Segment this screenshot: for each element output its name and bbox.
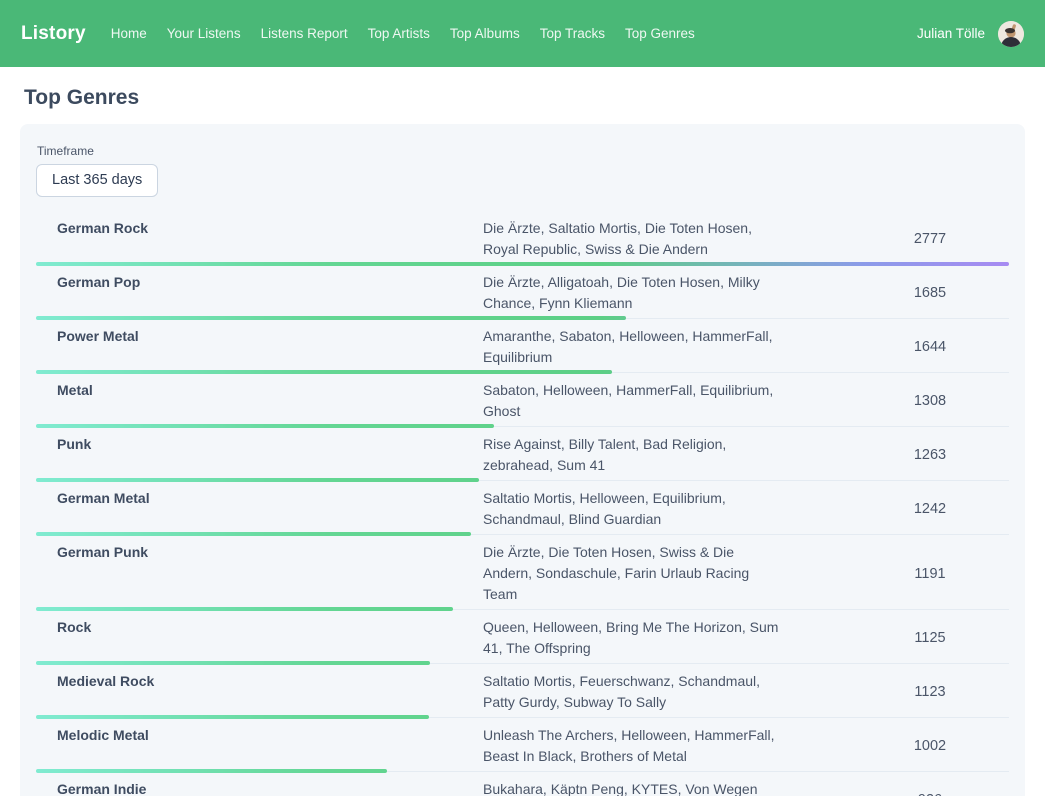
genre-bar-track: [36, 370, 1009, 374]
genre-bar: [36, 424, 494, 428]
genre-bar-track: [36, 478, 1009, 482]
genre-artists: Unleash The Archers, Helloween, HammerFa…: [483, 725, 779, 767]
genre-bar-track: [36, 424, 1009, 428]
genre-row: German Pop Die Ärzte, Alligatoah, Die To…: [36, 266, 1009, 320]
genre-name: Rock: [36, 617, 483, 659]
timeframe-label: Timeframe: [37, 144, 1009, 158]
genre-listen-count: 2777: [851, 218, 1009, 260]
genre-bar: [36, 478, 479, 482]
genre-name: German Metal: [36, 488, 483, 530]
genre-row: German Metal Saltatio Mortis, Helloween,…: [36, 482, 1009, 536]
genre-bar: [36, 370, 612, 374]
genre-bar-track: [36, 607, 1009, 611]
page-title: Top Genres: [24, 86, 1021, 110]
genre-name: Power Metal: [36, 326, 483, 368]
main-content: Top Genres Timeframe Last 365 days Germa…: [0, 86, 1045, 796]
genre-artists: Die Ärzte, Die Toten Hosen, Swiss & Die …: [483, 542, 779, 605]
genre-bar-track: [36, 532, 1009, 536]
genre-row: Melodic Metal Unleash The Archers, Hello…: [36, 719, 1009, 773]
genre-artists: Rise Against, Billy Talent, Bad Religion…: [483, 434, 779, 476]
genre-bar: [36, 607, 453, 611]
genre-listen-count: 1002: [851, 725, 1009, 767]
genre-row: German Indie Bukahara, Käptn Peng, KYTES…: [36, 773, 1009, 796]
genre-name: German Rock: [36, 218, 483, 260]
genre-artists: Sabaton, Helloween, HammerFall, Equilibr…: [483, 380, 779, 422]
genre-row: German Punk Die Ärzte, Die Toten Hosen, …: [36, 536, 1009, 611]
app-logo[interactable]: Listory: [21, 23, 86, 45]
nav-item-top-albums[interactable]: Top Albums: [450, 26, 520, 41]
genre-listen-count: 1685: [851, 272, 1009, 314]
genre-table: German Rock Die Ärzte, Saltatio Mortis, …: [36, 212, 1009, 796]
genre-bar: [36, 262, 1009, 266]
genre-row: Metal Sabaton, Helloween, HammerFall, Eq…: [36, 374, 1009, 428]
genre-bar-track: [36, 661, 1009, 665]
genre-bar: [36, 316, 626, 320]
nav-item-home[interactable]: Home: [111, 26, 147, 41]
genre-listen-count: 926: [851, 779, 1009, 796]
genre-listen-count: 1125: [851, 617, 1009, 659]
nav-item-top-tracks[interactable]: Top Tracks: [540, 26, 605, 41]
genre-row: Power Metal Amaranthe, Sabaton, Hellowee…: [36, 320, 1009, 374]
genre-name: German Punk: [36, 542, 483, 605]
nav-item-top-artists[interactable]: Top Artists: [368, 26, 430, 41]
genre-name: Metal: [36, 380, 483, 422]
nav-item-listens-report[interactable]: Listens Report: [261, 26, 348, 41]
genre-name: German Pop: [36, 272, 483, 314]
genre-bar: [36, 769, 387, 773]
genre-listen-count: 1242: [851, 488, 1009, 530]
genre-bar-track: [36, 262, 1009, 266]
user-name: Julian Tölle: [917, 26, 985, 41]
main-nav: Home Your Listens Listens Report Top Artist…: [111, 26, 917, 41]
genre-artists: Queen, Helloween, Bring Me The Horizon, …: [483, 617, 779, 659]
genre-artists: Bukahara, Käptn Peng, KYTES, Von Wegen L…: [483, 779, 779, 796]
genre-listen-count: 1191: [851, 542, 1009, 605]
genre-listen-count: 1644: [851, 326, 1009, 368]
genre-listen-count: 1123: [851, 671, 1009, 713]
genre-artists: Die Ärzte, Saltatio Mortis, Die Toten Ho…: [483, 218, 779, 260]
genre-row: Rock Queen, Helloween, Bring Me The Hori…: [36, 611, 1009, 665]
app-header: Listory Home Your Listens Listens Report To…: [0, 0, 1045, 67]
genre-bar: [36, 532, 471, 536]
genre-row: Medieval Rock Saltatio Mortis, Feuerschw…: [36, 665, 1009, 719]
user-menu[interactable]: Julian Tölle: [917, 21, 1024, 47]
nav-item-your-listens[interactable]: Your Listens: [167, 26, 241, 41]
genre-listen-count: 1263: [851, 434, 1009, 476]
timeframe-select[interactable]: Last 365 days: [36, 164, 158, 197]
avatar-photo-icon: [998, 21, 1024, 47]
genre-row: German Rock Die Ärzte, Saltatio Mortis, …: [36, 212, 1009, 266]
genre-listen-count: 1308: [851, 380, 1009, 422]
genre-bar: [36, 661, 430, 665]
user-avatar[interactable]: [998, 21, 1024, 47]
genre-bar-track: [36, 715, 1009, 719]
genre-bar-track: [36, 316, 1009, 320]
top-genres-card: Timeframe Last 365 days German Rock Die …: [20, 124, 1025, 796]
genre-name: Medieval Rock: [36, 671, 483, 713]
genre-name: German Indie: [36, 779, 483, 796]
genre-artists: Die Ärzte, Alligatoah, Die Toten Hosen, …: [483, 272, 779, 314]
nav-item-top-genres[interactable]: Top Genres: [625, 26, 695, 41]
genre-name: Melodic Metal: [36, 725, 483, 767]
genre-row: Punk Rise Against, Billy Talent, Bad Rel…: [36, 428, 1009, 482]
genre-artists: Saltatio Mortis, Helloween, Equilibrium,…: [483, 488, 779, 530]
genre-bar-track: [36, 769, 1009, 773]
genre-artists: Amaranthe, Sabaton, Helloween, HammerFal…: [483, 326, 779, 368]
genre-name: Punk: [36, 434, 483, 476]
genre-bar: [36, 715, 429, 719]
genre-artists: Saltatio Mortis, Feuerschwanz, Schandmau…: [483, 671, 779, 713]
